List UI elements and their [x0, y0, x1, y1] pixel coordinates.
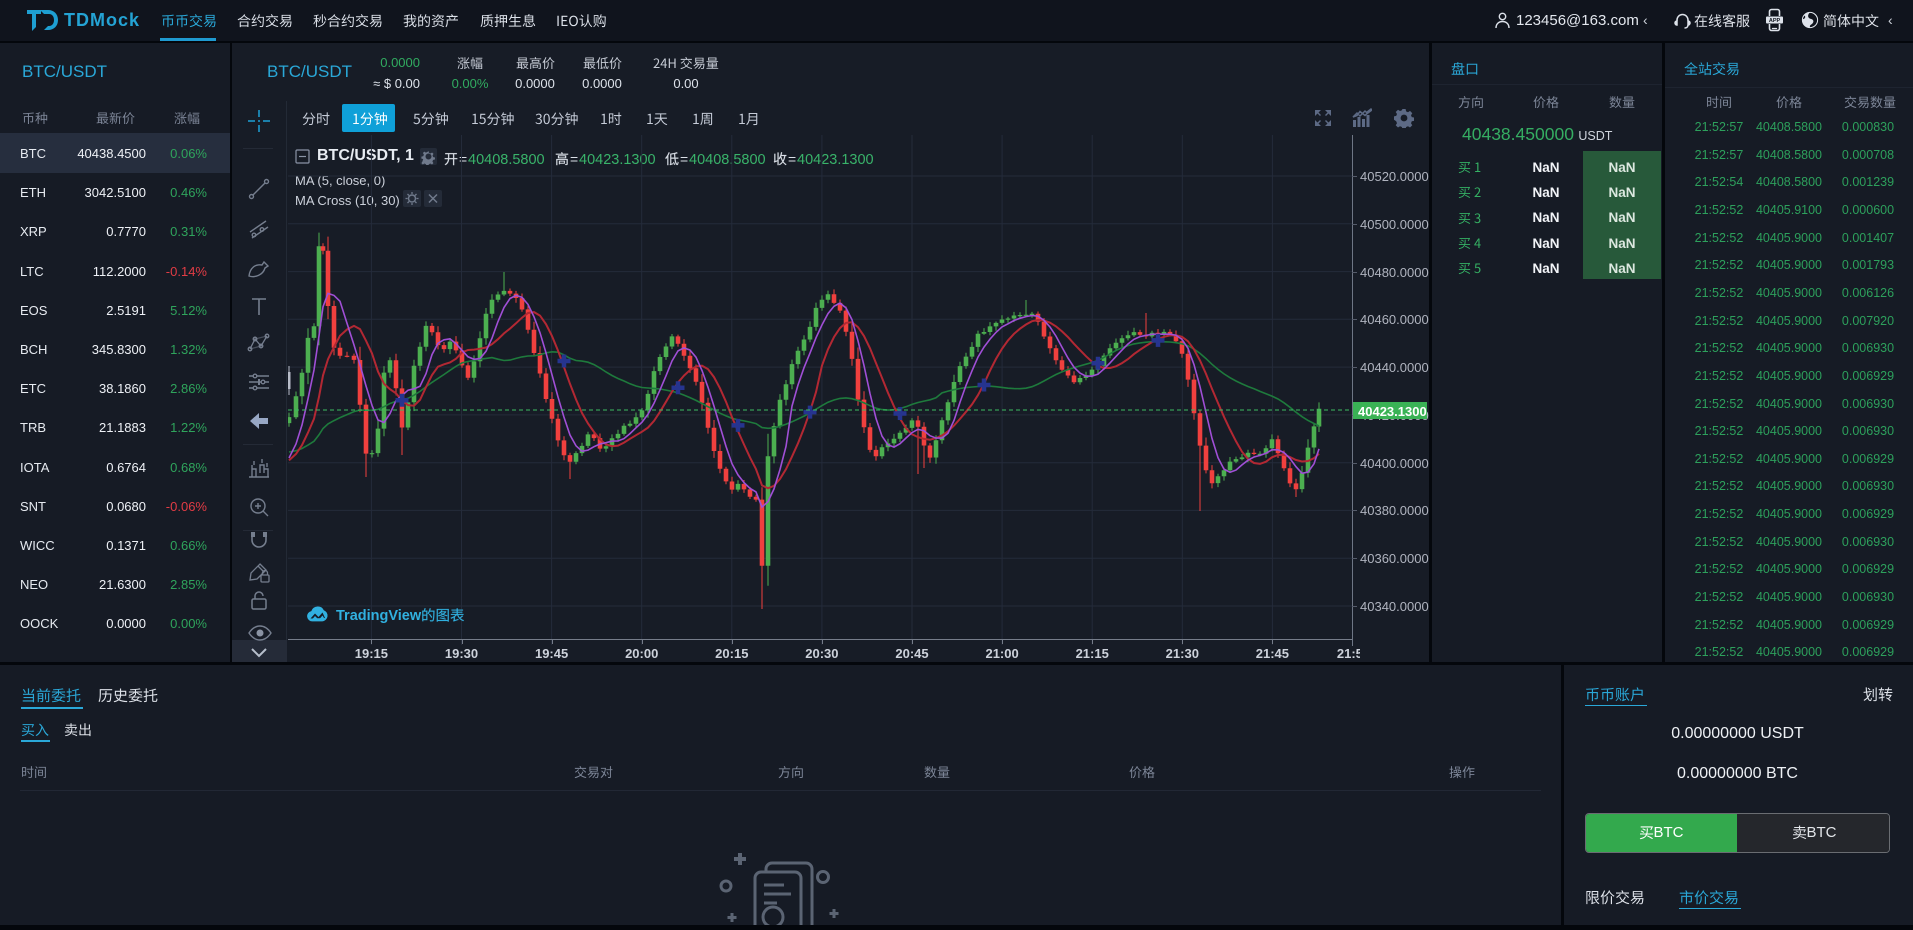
svg-text:APP: APP [1769, 18, 1781, 24]
